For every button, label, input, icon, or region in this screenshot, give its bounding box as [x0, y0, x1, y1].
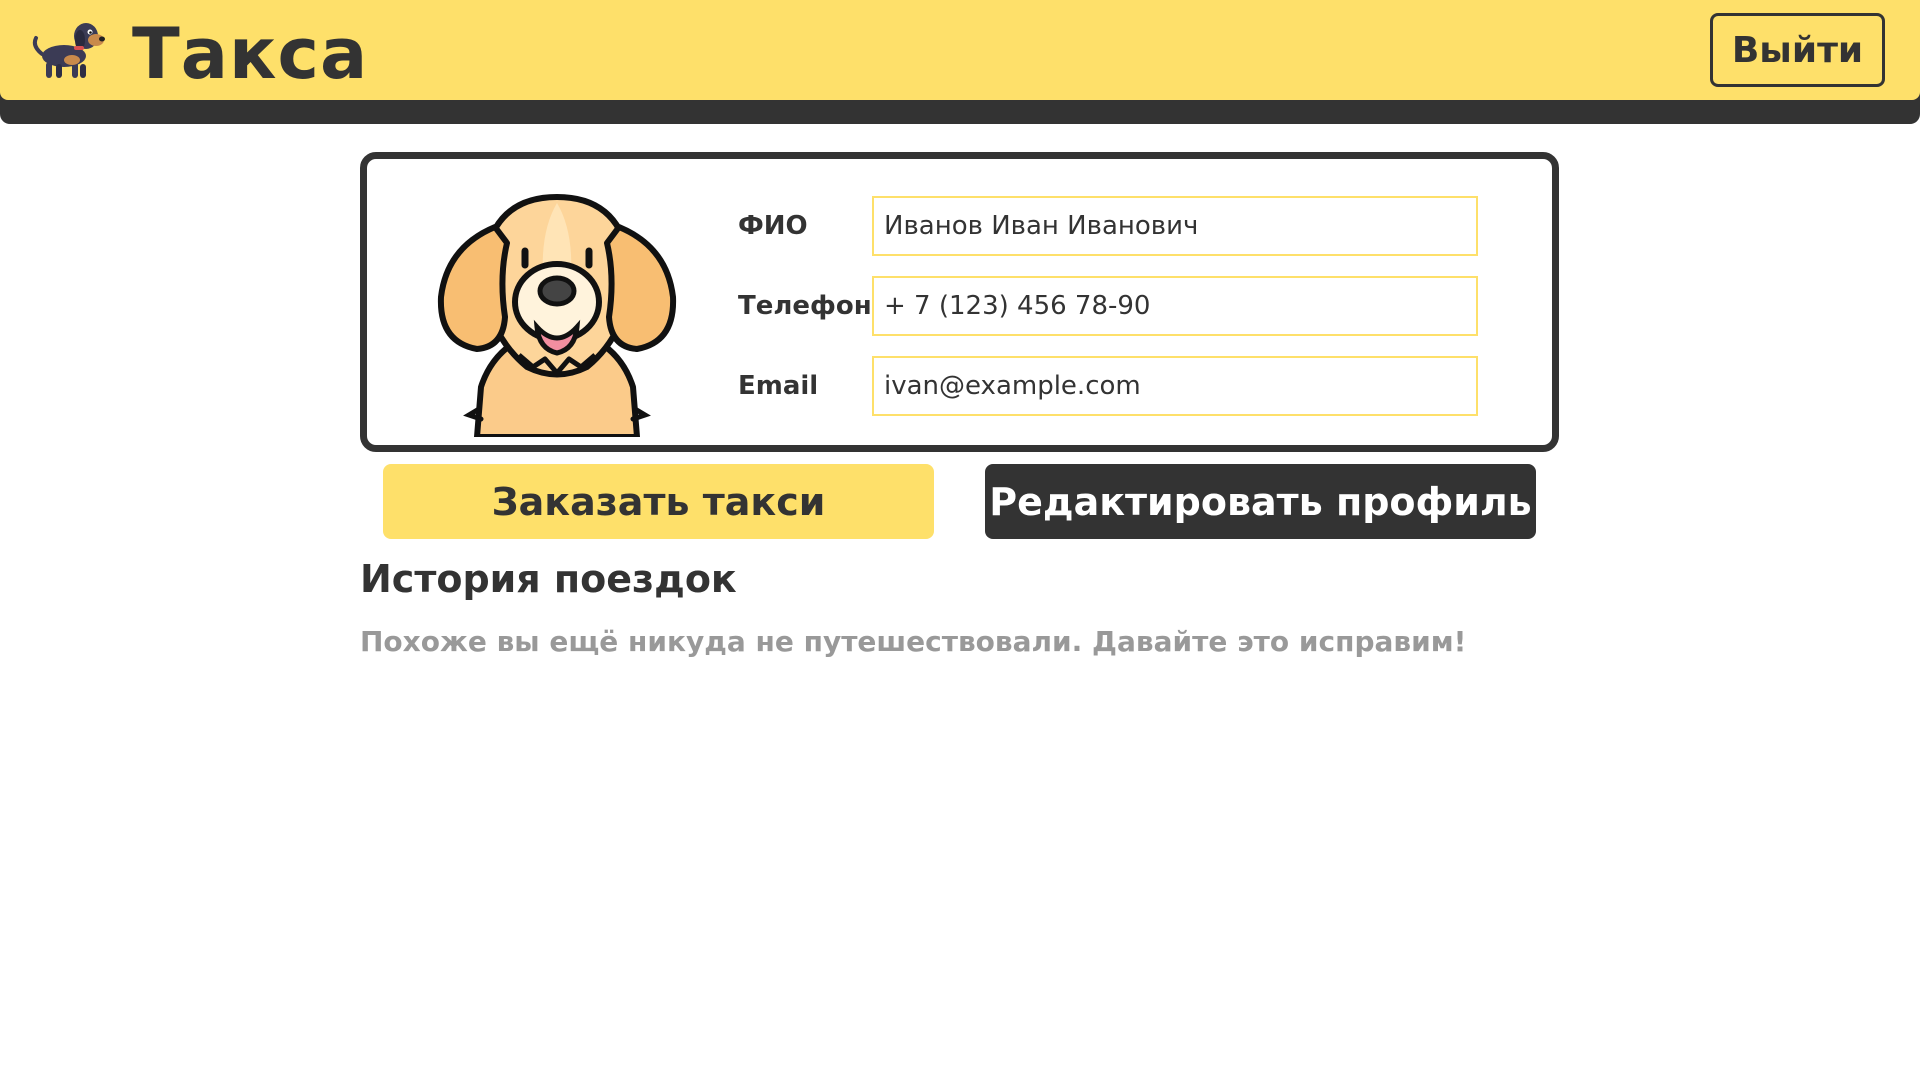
phone-field[interactable] — [872, 276, 1478, 336]
phone-label: Телефон — [738, 291, 872, 321]
dachshund-icon — [32, 23, 105, 78]
dog-avatar-icon — [437, 193, 677, 437]
profile-card: ФИО Телефон Email — [360, 152, 1559, 452]
email-field[interactable] — [872, 356, 1478, 416]
header: Такса Выйти — [0, 0, 1920, 124]
trip-history-title: История поездок — [360, 557, 737, 601]
brand-title: Такса — [132, 13, 369, 95]
full-name-label: ФИО — [738, 211, 808, 241]
edit-profile-button[interactable]: Редактировать профиль — [985, 464, 1536, 539]
order-taxi-button[interactable]: Заказать такси — [383, 464, 934, 539]
trip-history-empty-message: Похоже вы ещё никуда не путешествовали. … — [360, 625, 1467, 658]
email-label: Email — [738, 371, 819, 401]
full-name-field[interactable] — [872, 196, 1478, 256]
logout-button[interactable]: Выйти — [1710, 13, 1885, 87]
header-bar: Такса Выйти — [0, 0, 1920, 100]
